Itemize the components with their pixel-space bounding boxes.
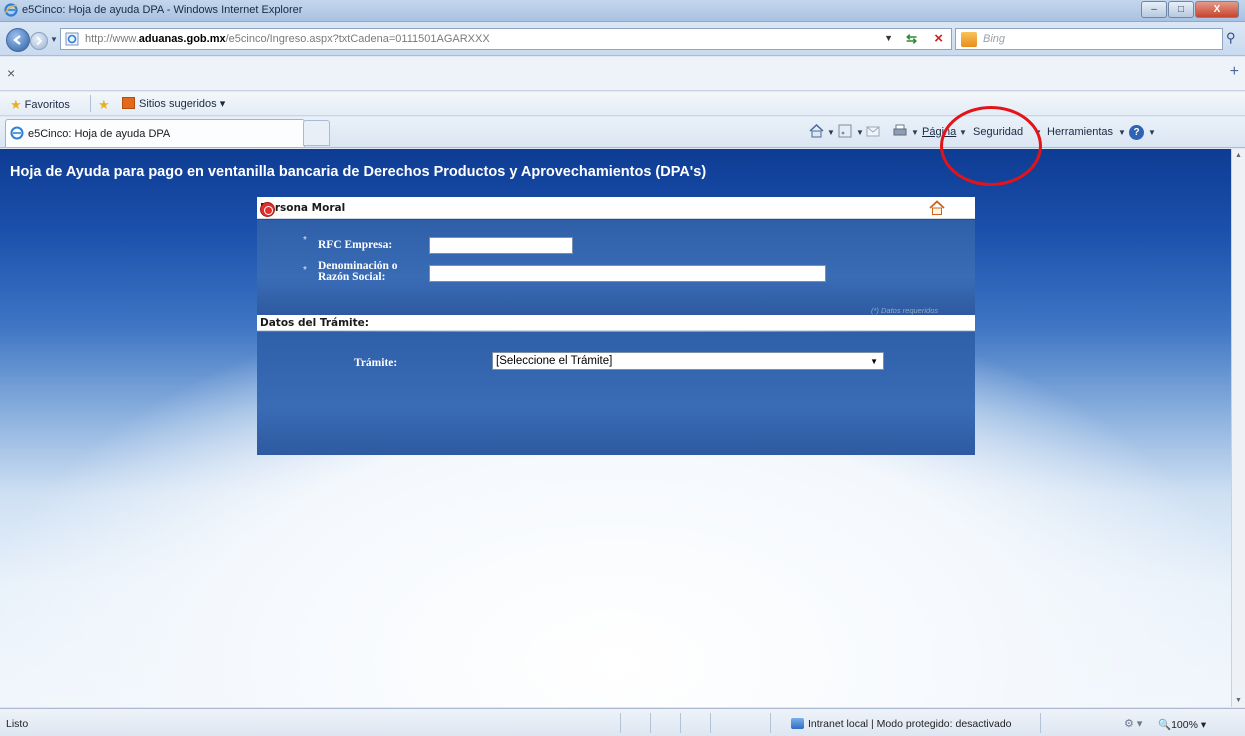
- tramite-select[interactable]: [Seleccione el Trámite] ▼: [492, 352, 884, 370]
- required-note: (*) Datos requeridos: [871, 306, 939, 315]
- minimize-button[interactable]: –: [1141, 1, 1167, 18]
- suggested-sites-icon: [122, 97, 135, 109]
- ie-page-icon: [65, 32, 79, 46]
- status-text: Listo: [6, 718, 29, 730]
- help-dropdown-icon[interactable]: ▼: [1148, 128, 1156, 137]
- address-toolbar: ▼ http://www.aduanas.gob.mx/e5cinco/Ingr…: [0, 22, 1245, 56]
- window-title-bar: e5Cinco: Hoja de ayuda DPA - Windows Int…: [0, 0, 1245, 22]
- forward-arrow-icon: [36, 36, 43, 46]
- tab-active[interactable]: e5Cinco: Hoja de ayuda DPA: [5, 119, 305, 147]
- forward-button[interactable]: [30, 32, 48, 50]
- print-dropdown-icon[interactable]: ▼: [911, 128, 919, 137]
- page-title: Hoja de Ayuda para pago en ventanilla ba…: [10, 164, 707, 180]
- tab-label: e5Cinco: Hoja de ayuda DPA: [28, 128, 171, 140]
- form-panel: Persona Moral * RFC Empresa: * Denominac…: [257, 197, 975, 455]
- intranet-zone-icon: [791, 718, 804, 729]
- window-controls: – □ X: [1140, 1, 1239, 19]
- required-mark: *: [303, 265, 307, 276]
- status-bar: Listo Intranet local | Modo protegido: d…: [0, 708, 1245, 736]
- razon-social-input[interactable]: [429, 265, 826, 282]
- suggested-sites-link[interactable]: Sitios sugeridos ▾: [122, 97, 225, 110]
- back-button[interactable]: [6, 28, 30, 52]
- tramite-label: Trámite:: [354, 357, 398, 369]
- zoom-level[interactable]: 🔍100% ▾: [1158, 718, 1206, 731]
- home-page-icon[interactable]: [929, 200, 945, 216]
- help-icon[interactable]: ?: [1129, 125, 1144, 140]
- find-bar: × +: [0, 57, 1245, 91]
- rfc-empresa-input[interactable]: [429, 237, 573, 254]
- print-icon[interactable]: [893, 124, 908, 138]
- close-window-button[interactable]: X: [1195, 1, 1239, 18]
- url-text: http://www.aduanas.gob.mx/e5cinco/Ingres…: [85, 33, 490, 45]
- protected-mode-icon[interactable]: ⚙ ▾: [1124, 717, 1142, 730]
- exit-icon[interactable]: [260, 202, 275, 217]
- add-icon[interactable]: +: [1230, 63, 1239, 81]
- refresh-icon[interactable]: ⇆: [906, 31, 917, 47]
- add-favorite-icon[interactable]: ★: [98, 97, 113, 113]
- feeds-dropdown-icon[interactable]: ▼: [856, 128, 864, 137]
- favorites-separator: [90, 95, 91, 112]
- window-title: e5Cinco: Hoja de ayuda DPA - Windows Int…: [22, 4, 303, 16]
- favorites-bar: ★ Favoritos ★ Sitios sugeridos ▾: [0, 92, 1245, 116]
- tramite-selected-value: [Seleccione el Trámite]: [496, 355, 613, 367]
- url-field[interactable]: http://www.aduanas.gob.mx/e5cinco/Ingres…: [60, 28, 952, 50]
- tools-dropdown-icon[interactable]: ▼: [1118, 128, 1126, 137]
- stop-icon[interactable]: ×: [934, 30, 943, 47]
- page-content: Hoja de Ayuda para pago en ventanilla ba…: [0, 149, 1231, 707]
- new-tab-button[interactable]: [303, 120, 330, 146]
- tools-menu[interactable]: Herramientas: [1047, 126, 1113, 138]
- mail-icon[interactable]: [866, 124, 881, 138]
- persona-moral-body: * RFC Empresa: * Denominación o Razón So…: [257, 220, 975, 315]
- home-icon[interactable]: [809, 124, 824, 138]
- security-zone-text[interactable]: Intranet local | Modo protegido: desacti…: [808, 718, 1012, 730]
- favorites-button[interactable]: ★ Favoritos: [10, 97, 70, 113]
- history-dropdown-icon[interactable]: ▼: [50, 35, 58, 44]
- url-dropdown-icon[interactable]: ▼: [884, 33, 893, 43]
- search-icon[interactable]: ⚲: [1226, 30, 1236, 46]
- rfc-empresa-label: RFC Empresa:: [318, 239, 393, 251]
- maximize-button[interactable]: □: [1168, 1, 1194, 18]
- tramite-section-title: Datos del Trámite:: [260, 317, 369, 329]
- scroll-up-icon[interactable]: ▲: [1235, 152, 1242, 159]
- search-input[interactable]: Bing: [955, 28, 1223, 50]
- tab-and-command-bar: e5Cinco: Hoja de ayuda DPA ▼ ▼ ▼ Página …: [0, 117, 1245, 148]
- feeds-icon[interactable]: [838, 124, 853, 138]
- bing-logo-icon: [961, 32, 977, 47]
- tramite-body: Trámite: [Seleccione el Trámite] ▼: [257, 332, 975, 455]
- required-mark: *: [303, 235, 307, 246]
- red-circle-annotation: [940, 106, 1042, 186]
- internet-explorer-icon: [4, 3, 18, 17]
- favorites-star-icon: ★: [10, 97, 22, 112]
- ie-tab-icon: [10, 126, 24, 140]
- search-placeholder: Bing: [983, 33, 1006, 45]
- chevron-down-icon: ▼: [870, 357, 878, 366]
- close-findbar-icon[interactable]: ×: [7, 65, 15, 81]
- tramite-header: Datos del Trámite:: [257, 315, 975, 331]
- scroll-down-icon[interactable]: ▼: [1235, 697, 1242, 704]
- vertical-scrollbar[interactable]: ▲ ▼: [1231, 149, 1245, 707]
- back-arrow-icon: [13, 35, 21, 45]
- persona-moral-header: Persona Moral: [257, 197, 975, 219]
- home-dropdown-icon[interactable]: ▼: [827, 128, 835, 137]
- denominacion-label: Denominación o Razón Social:: [318, 260, 398, 283]
